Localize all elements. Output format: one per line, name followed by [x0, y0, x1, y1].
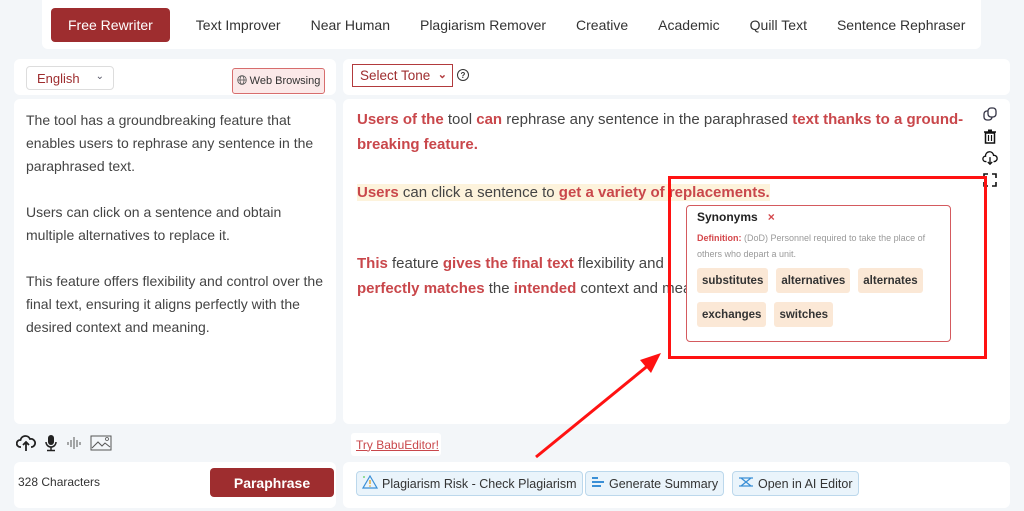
output-actions	[982, 105, 998, 189]
web-browsing-label: Web Browsing	[249, 75, 321, 87]
input-paragraph: Users can click on a sentence and obtain…	[26, 204, 282, 243]
tone-select[interactable]: Select Tone ⌄	[352, 64, 453, 87]
audio-wave-icon[interactable]	[66, 436, 82, 450]
synonyms-title: Synonyms	[697, 210, 758, 224]
input-text-area[interactable]: The tool has a groundbreaking feature th…	[14, 99, 336, 424]
unchanged-text: flexibility and	[573, 255, 668, 272]
input-paragraph: The tool has a groundbreaking feature th…	[26, 112, 314, 174]
web-browsing-button[interactable]: Web Browsing	[232, 68, 325, 94]
changed-phrase[interactable]: intended	[514, 280, 577, 297]
image-icon[interactable]	[90, 435, 112, 451]
output-sentence-selected[interactable]: Users can click a sentence to get a vari…	[357, 180, 977, 205]
upload-cloud-icon[interactable]	[16, 434, 36, 452]
synonym-chip[interactable]: alternatives	[776, 268, 851, 293]
tab-academic[interactable]: Academic	[644, 8, 733, 42]
trash-icon[interactable]	[982, 127, 998, 145]
changed-phrase[interactable]: gives the final text	[443, 255, 574, 272]
tab-plagiarism-remover[interactable]: Plagiarism Remover	[406, 8, 560, 42]
tab-creative[interactable]: Creative	[562, 8, 642, 42]
try-link-container: Try BabuEditor!	[351, 433, 441, 456]
microphone-icon[interactable]	[44, 434, 58, 452]
summary-icon	[591, 476, 605, 491]
changed-phrase[interactable]: can	[476, 111, 502, 128]
unchanged-text: rephrase any sentence in the paraphrased	[502, 111, 793, 128]
changed-phrase[interactable]: This	[357, 255, 388, 272]
input-toolbar: English ⌄ Web Browsing	[14, 59, 336, 95]
help-icon[interactable]: ?	[457, 69, 469, 81]
warning-icon	[361, 474, 379, 492]
synonym-list: substitutes alternatives alternates exch…	[697, 268, 940, 327]
try-babueditor-link[interactable]: Try BabuEditor!	[356, 438, 439, 452]
synonym-chip[interactable]: alternates	[858, 268, 923, 293]
output-toolbar: Select Tone ⌄ ?	[343, 59, 1010, 95]
language-select[interactable]: English ⌄	[26, 66, 114, 90]
generate-summary-button[interactable]: Generate Summary	[585, 471, 725, 496]
input-paragraph: This feature offers flexibility and cont…	[26, 273, 324, 335]
open-ai-editor-label: Open in AI Editor	[758, 476, 853, 491]
synonym-definition: Definition: (DoD) Personnel required to …	[697, 230, 940, 262]
changed-phrase[interactable]: Users of the	[357, 111, 444, 128]
copy-icon[interactable]	[982, 105, 998, 123]
changed-phrase[interactable]: get a variety of replacements.	[559, 184, 770, 201]
check-plagiarism-label: Plagiarism Risk - Check Plagiarism	[382, 476, 577, 491]
synonyms-popup: Synonyms × Definition: (DoD) Personnel r…	[686, 205, 951, 342]
changed-phrase[interactable]: Users	[357, 184, 399, 201]
synonym-chip[interactable]: substitutes	[697, 268, 769, 293]
input-tools	[16, 434, 112, 452]
tab-quill-text[interactable]: Quill Text	[736, 8, 821, 42]
input-footer: 328 Characters Paraphrase	[14, 462, 336, 508]
fullscreen-icon[interactable]	[982, 171, 998, 189]
check-plagiarism-button[interactable]: Plagiarism Risk - Check Plagiarism	[356, 471, 583, 496]
paraphrase-button[interactable]: Paraphrase	[210, 468, 334, 497]
tab-near-human[interactable]: Near Human	[297, 8, 404, 42]
character-count: 328 Characters	[18, 475, 101, 489]
generate-summary-label: Generate Summary	[609, 476, 719, 491]
chevron-down-icon: ⌄	[437, 69, 447, 81]
globe-icon	[236, 74, 247, 88]
changed-phrase[interactable]: perfectly	[357, 280, 420, 297]
language-value: English	[37, 70, 80, 86]
synonym-chip[interactable]: switches	[774, 302, 834, 327]
definition-label: Definition:	[697, 233, 742, 243]
unchanged-text: can click a sentence to	[398, 184, 559, 201]
chevron-down-icon: ⌄	[95, 71, 104, 82]
tab-text-improver[interactable]: Text Improver	[182, 8, 295, 42]
tab-sentence-rephraser[interactable]: Sentence Rephraser	[823, 8, 979, 42]
mode-tabs: Free Rewriter Text Improver Near Human P…	[42, 0, 981, 49]
output-sentence[interactable]: Users of the tool can rephrase any sente…	[357, 107, 977, 157]
tone-value: Select Tone	[360, 68, 431, 83]
download-cloud-icon[interactable]	[982, 149, 998, 167]
synonym-chip[interactable]: exchanges	[697, 302, 767, 327]
unchanged-text: tool	[443, 111, 477, 128]
unchanged-text: feature	[387, 255, 443, 272]
close-icon[interactable]: ×	[768, 210, 775, 224]
unchanged-text: the	[484, 280, 514, 297]
tab-free-rewriter[interactable]: Free Rewriter	[51, 7, 170, 42]
editor-icon	[738, 476, 754, 491]
output-footer: Plagiarism Risk - Check Plagiarism Gener…	[343, 462, 1010, 508]
changed-phrase[interactable]: matches	[424, 280, 485, 297]
open-ai-editor-button[interactable]: Open in AI Editor	[732, 471, 859, 496]
